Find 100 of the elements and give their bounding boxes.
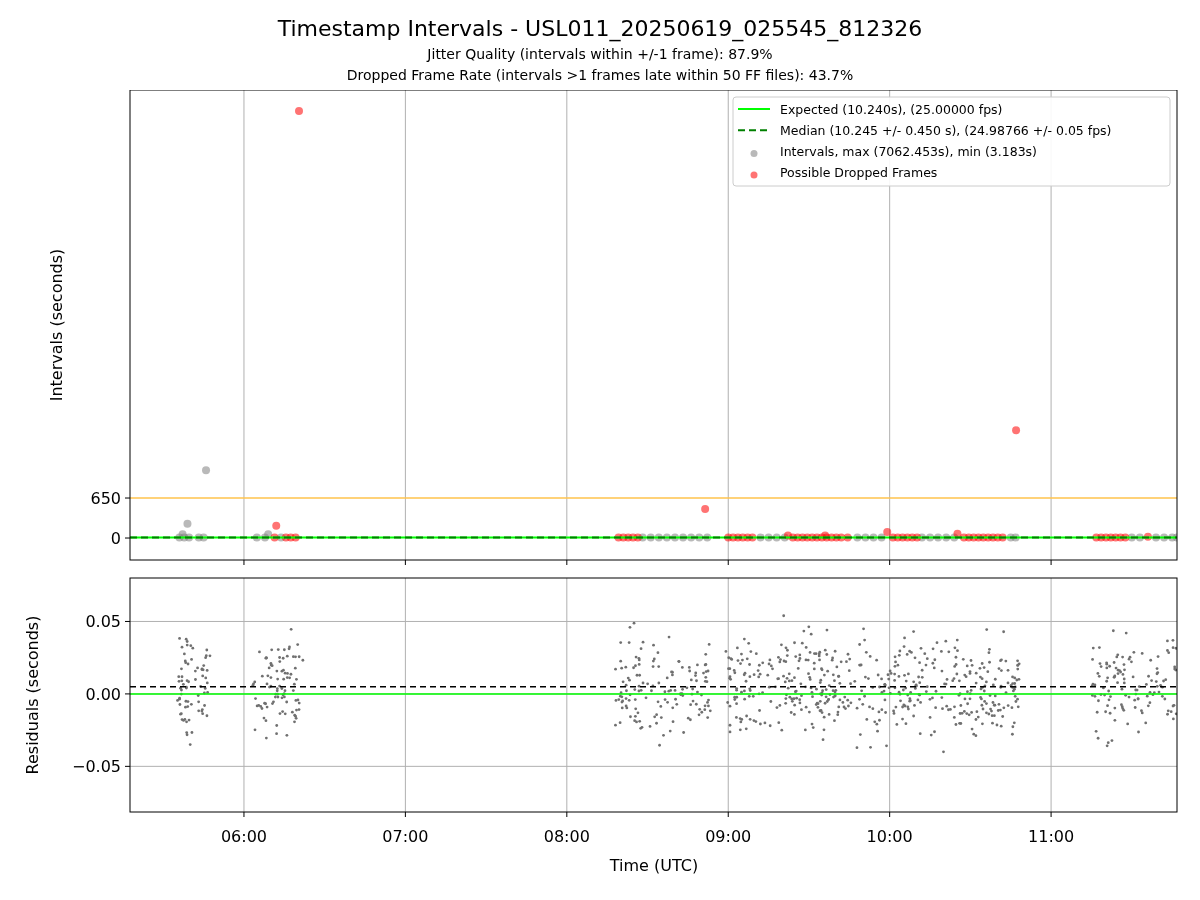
data-point (633, 533, 642, 542)
data-point (738, 533, 747, 542)
data-point (969, 533, 978, 542)
data-point (780, 533, 789, 542)
legend-line (737, 108, 771, 110)
data-point (979, 533, 988, 542)
legend-label: Possible Dropped Frames (780, 165, 938, 181)
data-point (194, 533, 203, 542)
data-point (888, 533, 897, 542)
data-point (1116, 533, 1125, 542)
data-point (993, 533, 1002, 542)
data-point (883, 527, 892, 536)
tick-mark (404, 811, 406, 818)
data-point (827, 533, 836, 542)
data-point (703, 533, 712, 542)
data-point (178, 530, 187, 539)
data-point (877, 533, 886, 542)
data-point (662, 533, 671, 542)
data-point (843, 533, 852, 542)
tick-mark (124, 620, 131, 622)
data-point (679, 533, 688, 542)
tick-mark (124, 693, 131, 695)
data-point (908, 533, 917, 542)
data-point (772, 533, 781, 542)
legend-label: Intervals, max (7062.453s), min (3.183s) (780, 144, 1037, 160)
data-point (202, 466, 211, 475)
data-point (624, 533, 633, 542)
data-point (724, 533, 733, 542)
tick-mark (124, 537, 131, 539)
data-point (748, 533, 757, 542)
data-point (270, 533, 279, 542)
tick-mark (1050, 811, 1052, 818)
tick-mark (404, 559, 406, 566)
tick-label: 0.00 (85, 684, 121, 704)
data-point (808, 533, 817, 542)
data-point (1101, 533, 1110, 542)
data-point (964, 533, 973, 542)
tick-label: 06:00 (220, 827, 267, 846)
data-point (183, 519, 192, 528)
data-point (687, 533, 696, 542)
data-point (1143, 532, 1152, 541)
data-point (1011, 533, 1020, 542)
axis-label: Residuals (seconds) (23, 615, 42, 775)
tick-mark (1050, 559, 1052, 566)
data-point (286, 533, 295, 542)
axis-label: Time (UTC) (609, 856, 699, 875)
data-point (701, 505, 710, 514)
tick-label: 08:00 (543, 827, 590, 846)
data-point (1135, 533, 1144, 542)
data-point (619, 533, 628, 542)
data-point (1006, 533, 1015, 542)
data-point (733, 533, 742, 542)
tick-label: 10:00 (866, 827, 913, 846)
data-point (903, 533, 912, 542)
data-point (998, 533, 1007, 542)
data-point (729, 533, 738, 542)
axis-label: Intervals (seconds) (47, 248, 66, 402)
data-point (798, 533, 807, 542)
tick-mark (124, 765, 131, 767)
tick-label: 650 (90, 489, 121, 509)
tick-mark (243, 811, 245, 818)
data-point (803, 533, 812, 542)
tick-label: 11:00 (1028, 827, 1075, 846)
data-point (646, 533, 655, 542)
data-point (934, 533, 943, 542)
data-point (1097, 533, 1106, 542)
data-point (917, 533, 926, 542)
tick-mark (566, 559, 568, 566)
tick-mark (243, 559, 245, 566)
data-point (793, 533, 802, 542)
legend-label: Median (10.245 +/- 0.450 s), (24.98766 +/- 0.05 fps) (780, 122, 1112, 138)
data-point (783, 531, 792, 540)
data-point (281, 533, 290, 542)
data-point (837, 533, 846, 542)
tick-mark (727, 811, 729, 818)
data-point (1160, 533, 1169, 542)
data-point (942, 533, 951, 542)
data-point (654, 533, 663, 542)
data-point (898, 533, 907, 542)
chart-subtitle: Jitter Quality (intervals within +/-1 frame): 87.9% (427, 45, 773, 64)
tick-mark (727, 559, 729, 566)
data-point (869, 533, 878, 542)
data-point (817, 533, 826, 542)
data-point (175, 533, 184, 542)
data-point (180, 533, 189, 542)
data-point (1127, 533, 1136, 542)
tick-label: 0.05 (85, 612, 121, 632)
data-point (264, 530, 273, 539)
data-point (764, 533, 773, 542)
tick-label: 09:00 (705, 827, 752, 846)
data-point (788, 533, 797, 542)
legend-marker (750, 171, 758, 179)
legend-marker (750, 150, 758, 158)
data-point (913, 533, 922, 542)
data-point (260, 533, 269, 542)
data-point (295, 106, 303, 115)
tick-label: 0 (110, 529, 121, 549)
tick-label: −0.05 (71, 757, 121, 777)
data-point (1111, 533, 1120, 542)
data-point (695, 533, 704, 542)
